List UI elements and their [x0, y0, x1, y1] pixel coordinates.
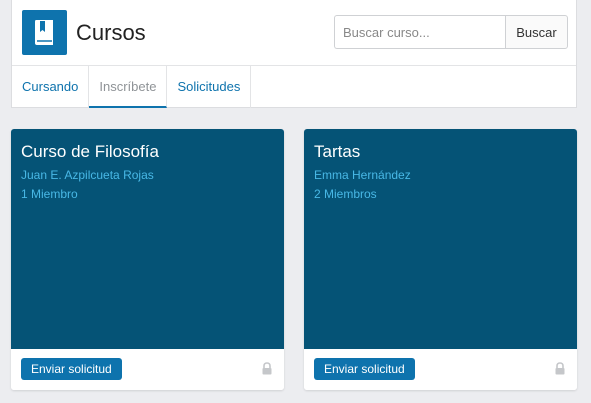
course-title[interactable]: Curso de Filosofía: [21, 142, 159, 162]
course-banner: Curso de Filosofía Juan E. Azpilcueta Ro…: [11, 129, 284, 349]
tab-bar: Cursando Inscríbete Solicitudes: [12, 65, 576, 108]
course-members: 2 Miembros: [314, 187, 377, 201]
header-panel: Cursos Buscar Cursando Inscríbete Solici…: [11, 0, 577, 108]
search-input[interactable]: [334, 15, 505, 49]
course-card[interactable]: Curso de Filosofía Juan E. Azpilcueta Ro…: [11, 129, 284, 390]
send-request-button[interactable]: Enviar solicitud: [21, 358, 122, 380]
course-footer: Enviar solicitud: [11, 349, 284, 390]
course-members: 1 Miembro: [21, 187, 78, 201]
course-owner: Emma Hernández: [314, 168, 411, 182]
course-title[interactable]: Tartas: [314, 142, 360, 162]
tab-inscribete[interactable]: Inscríbete: [89, 66, 168, 108]
tab-cursando[interactable]: Cursando: [12, 66, 90, 108]
lock-icon: [262, 362, 272, 380]
page-title: Cursos: [76, 20, 146, 45]
course-owner: Juan E. Azpilcueta Rojas: [21, 168, 154, 182]
course-banner: Tartas Emma Hernández 2 Miembros: [304, 129, 577, 349]
send-request-button[interactable]: Enviar solicitud: [314, 358, 415, 380]
lock-icon: [555, 362, 565, 380]
book-icon: [22, 10, 67, 55]
search-button[interactable]: Buscar: [505, 15, 568, 49]
course-footer: Enviar solicitud: [304, 349, 577, 390]
tab-solicitudes[interactable]: Solicitudes: [167, 66, 252, 108]
course-card[interactable]: Tartas Emma Hernández 2 Miembros Enviar …: [304, 129, 577, 390]
